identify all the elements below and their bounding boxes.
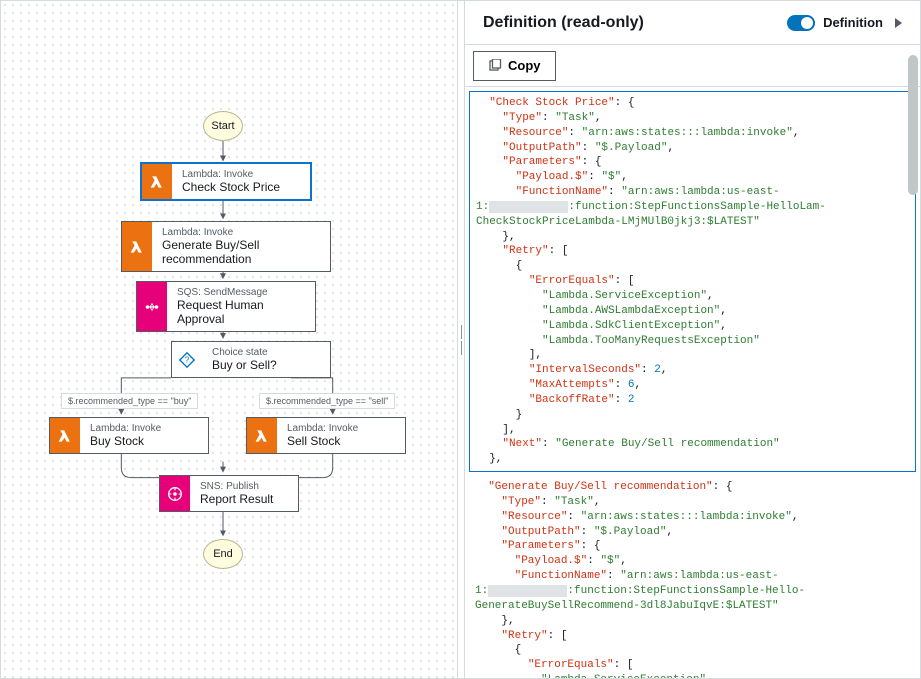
code-text: "Generate Buy/Sell recommendation": { "T… bbox=[475, 480, 910, 678]
node-subtitle: Choice state bbox=[212, 347, 320, 358]
end-label: End bbox=[213, 548, 233, 560]
lambda-icon bbox=[142, 164, 172, 199]
definition-toggle[interactable] bbox=[787, 15, 815, 31]
app-root: Start Lambda: InvokeCheck Stock Price La… bbox=[0, 0, 921, 679]
node-title: Check Stock Price bbox=[182, 180, 300, 194]
copy-button[interactable]: Copy bbox=[473, 51, 556, 81]
workflow-canvas[interactable]: Start Lambda: InvokeCheck Stock Price La… bbox=[1, 1, 457, 678]
branch-label-sell: $.recommended_type == "sell" bbox=[259, 393, 395, 409]
node-title: Buy or Sell? bbox=[212, 358, 320, 372]
svg-text:?: ? bbox=[185, 355, 190, 364]
node-subtitle: Lambda: Invoke bbox=[182, 169, 300, 180]
definition-panel: Definition (read-only) Definition Copy "… bbox=[465, 1, 920, 678]
panel-resize-handle[interactable] bbox=[457, 1, 465, 678]
sqs-icon bbox=[137, 282, 167, 331]
choice-icon: ? bbox=[172, 342, 202, 377]
chevron-right-icon[interactable] bbox=[895, 18, 902, 28]
node-subtitle: Lambda: Invoke bbox=[162, 227, 320, 238]
node-generate-recommendation[interactable]: Lambda: InvokeGenerate Buy/Sell recommen… bbox=[121, 221, 331, 272]
node-choice-buy-or-sell[interactable]: ? Choice stateBuy or Sell? bbox=[171, 341, 331, 378]
node-request-human-approval[interactable]: SQS: SendMessageRequest Human Approval bbox=[136, 281, 316, 332]
definition-toggle-label: Definition bbox=[823, 15, 883, 30]
node-title: Report Result bbox=[200, 492, 288, 506]
node-subtitle: Lambda: Invoke bbox=[287, 423, 395, 434]
node-title: Request Human Approval bbox=[177, 298, 305, 326]
lambda-icon bbox=[247, 418, 277, 453]
code-scroll-area[interactable]: "Check Stock Price": { "Type": "Task", "… bbox=[465, 87, 920, 678]
start-label: Start bbox=[211, 120, 234, 132]
node-title: Generate Buy/Sell recommendation bbox=[162, 238, 320, 266]
code-block-next: "Generate Buy/Sell recommendation": { "T… bbox=[469, 476, 916, 678]
node-check-stock-price[interactable]: Lambda: InvokeCheck Stock Price bbox=[141, 163, 311, 200]
node-subtitle: SNS: Publish bbox=[200, 481, 288, 492]
code-block-selected: "Check Stock Price": { "Type": "Task", "… bbox=[469, 91, 916, 472]
lambda-icon bbox=[122, 222, 152, 271]
scrollbar-thumb[interactable] bbox=[908, 55, 918, 195]
branch-label-buy: $.recommended_type == "buy" bbox=[61, 393, 198, 409]
copy-button-label: Copy bbox=[508, 58, 541, 73]
copy-icon bbox=[488, 59, 502, 73]
node-buy-stock[interactable]: Lambda: InvokeBuy Stock bbox=[49, 417, 209, 454]
panel-title: Definition (read-only) bbox=[483, 14, 787, 32]
end-node[interactable]: End bbox=[203, 539, 243, 569]
node-title: Sell Stock bbox=[287, 434, 395, 448]
node-title: Buy Stock bbox=[90, 434, 198, 448]
start-node[interactable]: Start bbox=[203, 111, 243, 141]
node-subtitle: Lambda: Invoke bbox=[90, 423, 198, 434]
code-text: "Check Stock Price": { "Type": "Task", "… bbox=[476, 96, 909, 467]
node-report-result[interactable]: SNS: PublishReport Result bbox=[159, 475, 299, 512]
lambda-icon bbox=[50, 418, 80, 453]
canvas-arrows bbox=[1, 1, 457, 678]
code-toolbar: Copy bbox=[465, 45, 920, 87]
node-subtitle: SQS: SendMessage bbox=[177, 287, 305, 298]
sns-icon bbox=[160, 476, 190, 511]
node-sell-stock[interactable]: Lambda: InvokeSell Stock bbox=[246, 417, 406, 454]
definition-header: Definition (read-only) Definition bbox=[465, 1, 920, 45]
definition-toggle-group: Definition bbox=[787, 15, 902, 31]
